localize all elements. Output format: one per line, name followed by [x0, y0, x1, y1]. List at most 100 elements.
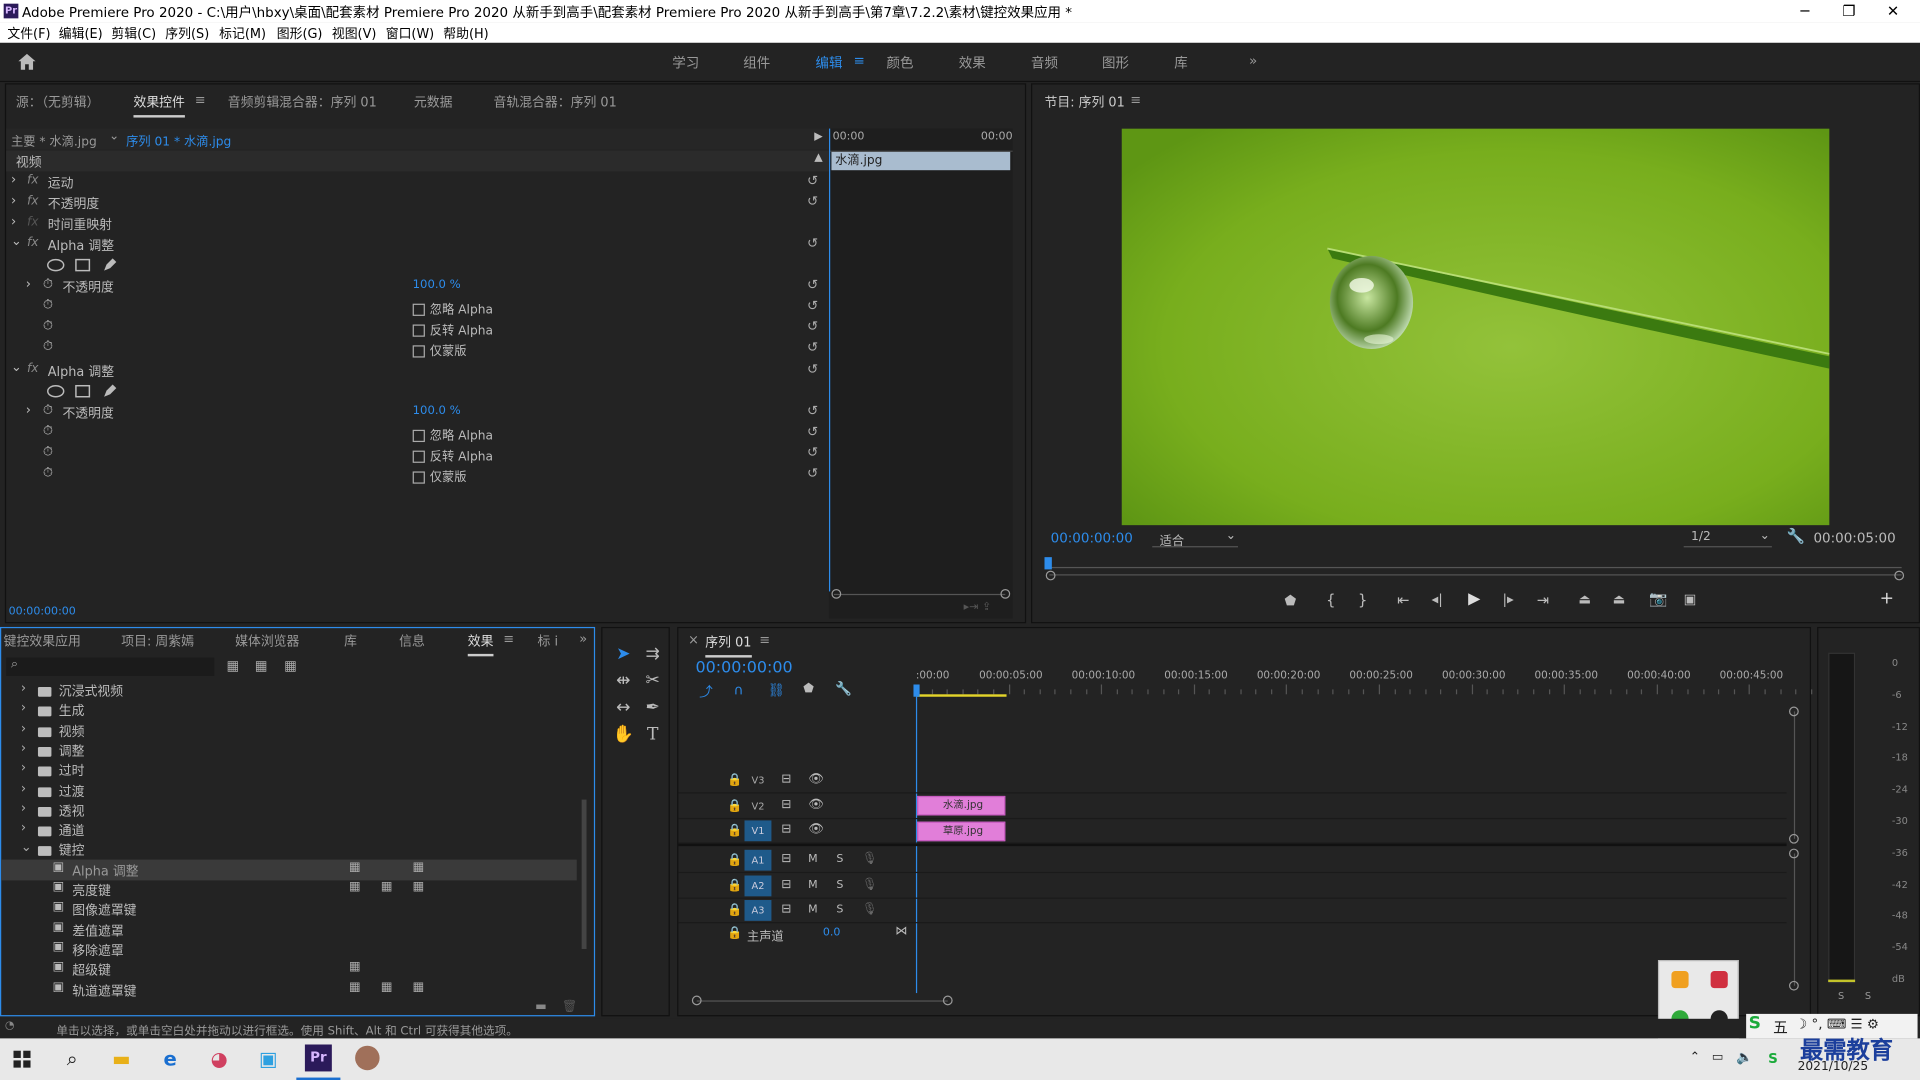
mini-playhead[interactable]: [828, 128, 831, 592]
reset-icon[interactable]: ↺: [807, 173, 818, 189]
accelerated-effects-icon[interactable]: ▦: [227, 658, 240, 674]
effects-folder-item[interactable]: › 生成: [1, 700, 577, 721]
timeline-playhead-handle[interactable]: [913, 684, 920, 697]
chevron-right-icon[interactable]: ›: [21, 741, 26, 756]
fx-row-alpha-adjust-2[interactable]: ⌄ fx Alpha 调整 ↺: [6, 360, 829, 381]
fit-tracks-icon[interactable]: ⋈: [895, 924, 907, 937]
effect-item[interactable]: ▣ 亮度键 ▦ ▦ ▦: [1, 879, 577, 900]
maximize-button[interactable]: ❐: [1827, 0, 1871, 22]
menu-edit[interactable]: 编辑(E): [59, 24, 103, 42]
workspace-learn[interactable]: 学习: [672, 53, 699, 73]
audio-tracks-scrollbar[interactable]: [1793, 853, 1796, 986]
rectangle-mask-icon[interactable]: [75, 384, 91, 398]
razor-tool-icon[interactable]: ✂: [640, 671, 664, 691]
workspace-color[interactable]: 颜色: [887, 53, 914, 73]
volume-icon[interactable]: 🔈: [1736, 1049, 1753, 1065]
mute-button[interactable]: M: [808, 904, 818, 916]
ignore-alpha-checkbox[interactable]: 忽略 Alpha: [412, 299, 493, 317]
chevron-right-icon[interactable]: ›: [21, 821, 26, 836]
invert-alpha-checkbox[interactable]: 反转 Alpha: [412, 320, 493, 338]
clip-grassland[interactable]: 草原.jpg: [917, 821, 1006, 842]
chevron-down-icon[interactable]: ⌄: [1760, 529, 1770, 542]
track-target-button[interactable]: V1: [744, 820, 772, 842]
step-forward-icon[interactable]: |▸: [1502, 591, 1513, 607]
program-menu-icon[interactable]: ≡: [1130, 93, 1141, 108]
new-folder-icon[interactable]: ▬: [535, 1000, 547, 1013]
mute-button[interactable]: M: [808, 853, 818, 865]
menu-marker[interactable]: 标记(M): [219, 24, 266, 42]
play-icon[interactable]: ▶: [1468, 590, 1480, 608]
go-to-out-icon[interactable]: ⇥: [1537, 591, 1549, 608]
file-explorer-icon[interactable]: ▬: [100, 1043, 142, 1075]
master-clip-label[interactable]: 主要 * 水滴.jpg: [11, 131, 97, 149]
effects-folder-item[interactable]: ⌄ 键控: [1, 839, 577, 860]
add-button[interactable]: +: [1880, 589, 1894, 609]
timeline-ruler[interactable]: :00:00 00:00:05:00 00:00:10:00 00:00:15:00 0…: [915, 670, 1828, 697]
solo-right-button[interactable]: S: [1865, 991, 1871, 1002]
stopwatch-icon[interactable]: ⏱: [43, 465, 53, 481]
delete-icon[interactable]: 🗑: [562, 1000, 578, 1013]
solo-left-button[interactable]: S: [1838, 991, 1844, 1002]
tab-source[interactable]: 源：（无剪辑）: [16, 93, 100, 111]
network-icon[interactable]: ▭: [1712, 1051, 1724, 1064]
opacity-value[interactable]: 100.0 %: [413, 278, 461, 291]
mask-only-checkbox[interactable]: 仅蒙版: [412, 467, 467, 485]
effects-folder-item[interactable]: › 调整: [1, 739, 577, 760]
user-avatar[interactable]: [355, 1045, 380, 1071]
mask-only-checkbox[interactable]: 仅蒙版: [412, 340, 467, 359]
sogou-ime-icon[interactable]: S: [1749, 1014, 1761, 1034]
mark-in-icon[interactable]: {: [1326, 591, 1335, 608]
chevron-down-icon[interactable]: ⌄: [109, 130, 119, 143]
mark-out-icon[interactable]: }: [1358, 591, 1367, 608]
sync-lock-icon[interactable]: ⊟: [781, 773, 791, 786]
reset-icon[interactable]: ↺: [807, 444, 818, 460]
sequence-clip-label[interactable]: 序列 01 * 水滴.jpg: [126, 131, 231, 149]
fx-row-opacity[interactable]: › fx 不透明度 ↺: [6, 192, 829, 213]
solo-button[interactable]: S: [836, 904, 843, 916]
effect-item[interactable]: ▣ 超级键 ▦: [1, 959, 577, 980]
mini-scrollbar[interactable]: [833, 593, 1006, 596]
track-target-button[interactable]: V3: [744, 770, 771, 791]
reset-icon[interactable]: ↺: [807, 339, 818, 355]
search-icon[interactable]: ⌕: [51, 1043, 93, 1075]
track-target-button[interactable]: V2: [744, 795, 771, 816]
effects-folder-item[interactable]: › 通道: [1, 819, 577, 840]
lock-icon[interactable]: 🔒: [727, 879, 742, 892]
chevron-right-icon[interactable]: ›: [21, 761, 26, 776]
add-marker-icon[interactable]: ⬟: [1285, 593, 1297, 609]
ellipse-mask-icon[interactable]: [47, 384, 65, 398]
add-marker-icon[interactable]: ⬟: [803, 682, 814, 695]
edge-browser-icon[interactable]: e: [149, 1043, 191, 1075]
sync-lock-icon[interactable]: ⊟: [781, 902, 791, 915]
master-volume-value[interactable]: 0.0: [823, 927, 841, 939]
tab-metadata[interactable]: 元数据: [414, 93, 453, 111]
lock-icon[interactable]: 🔒: [727, 824, 742, 837]
reset-icon[interactable]: ↺: [807, 465, 818, 481]
reset-icon[interactable]: ↺: [807, 277, 818, 293]
effect-item[interactable]: ▣ 移除遮罩: [1, 939, 577, 960]
workspace-graphics[interactable]: 图形: [1102, 53, 1129, 73]
tab-audio-track-mixer[interactable]: 音轨混合器：序列 01: [493, 93, 616, 111]
timeline-sequence-tab[interactable]: 序列 01: [705, 633, 751, 658]
ime-mode[interactable]: 五: [1773, 1016, 1788, 1037]
pen-mask-icon[interactable]: [102, 257, 118, 273]
rectangle-mask-icon[interactable]: [75, 258, 91, 272]
eye-icon[interactable]: 👁: [808, 798, 824, 811]
stopwatch-icon[interactable]: ⏱: [43, 339, 53, 355]
tray-app-icon[interactable]: [1710, 971, 1728, 989]
tab-project[interactable]: 项目: 周紫嫣: [121, 632, 194, 650]
effect-item[interactable]: ▣ 轨道遮罩键 ▦ ▦ ▦: [1, 979, 577, 1000]
slip-tool-icon[interactable]: ↔: [611, 698, 635, 718]
effect-controls-menu-icon[interactable]: ≡: [195, 93, 206, 108]
lock-icon[interactable]: 🔒: [727, 799, 742, 812]
reset-icon[interactable]: ↺: [807, 424, 818, 440]
menu-clip[interactable]: 剪辑(C): [111, 24, 156, 42]
effect-item[interactable]: ▣ 差值遮罩: [1, 919, 577, 940]
menu-window[interactable]: 窗口(W): [386, 24, 434, 42]
type-tool-icon[interactable]: T: [640, 725, 664, 745]
tab-project-keying[interactable]: 键控效果应用: [4, 632, 81, 650]
clip-water-drop[interactable]: 水滴.jpg: [917, 795, 1006, 816]
timeline-horizontal-scrollbar[interactable]: [696, 1000, 948, 1002]
reset-icon[interactable]: ↺: [807, 193, 818, 209]
linked-selection-icon[interactable]: ⛓: [768, 682, 785, 698]
